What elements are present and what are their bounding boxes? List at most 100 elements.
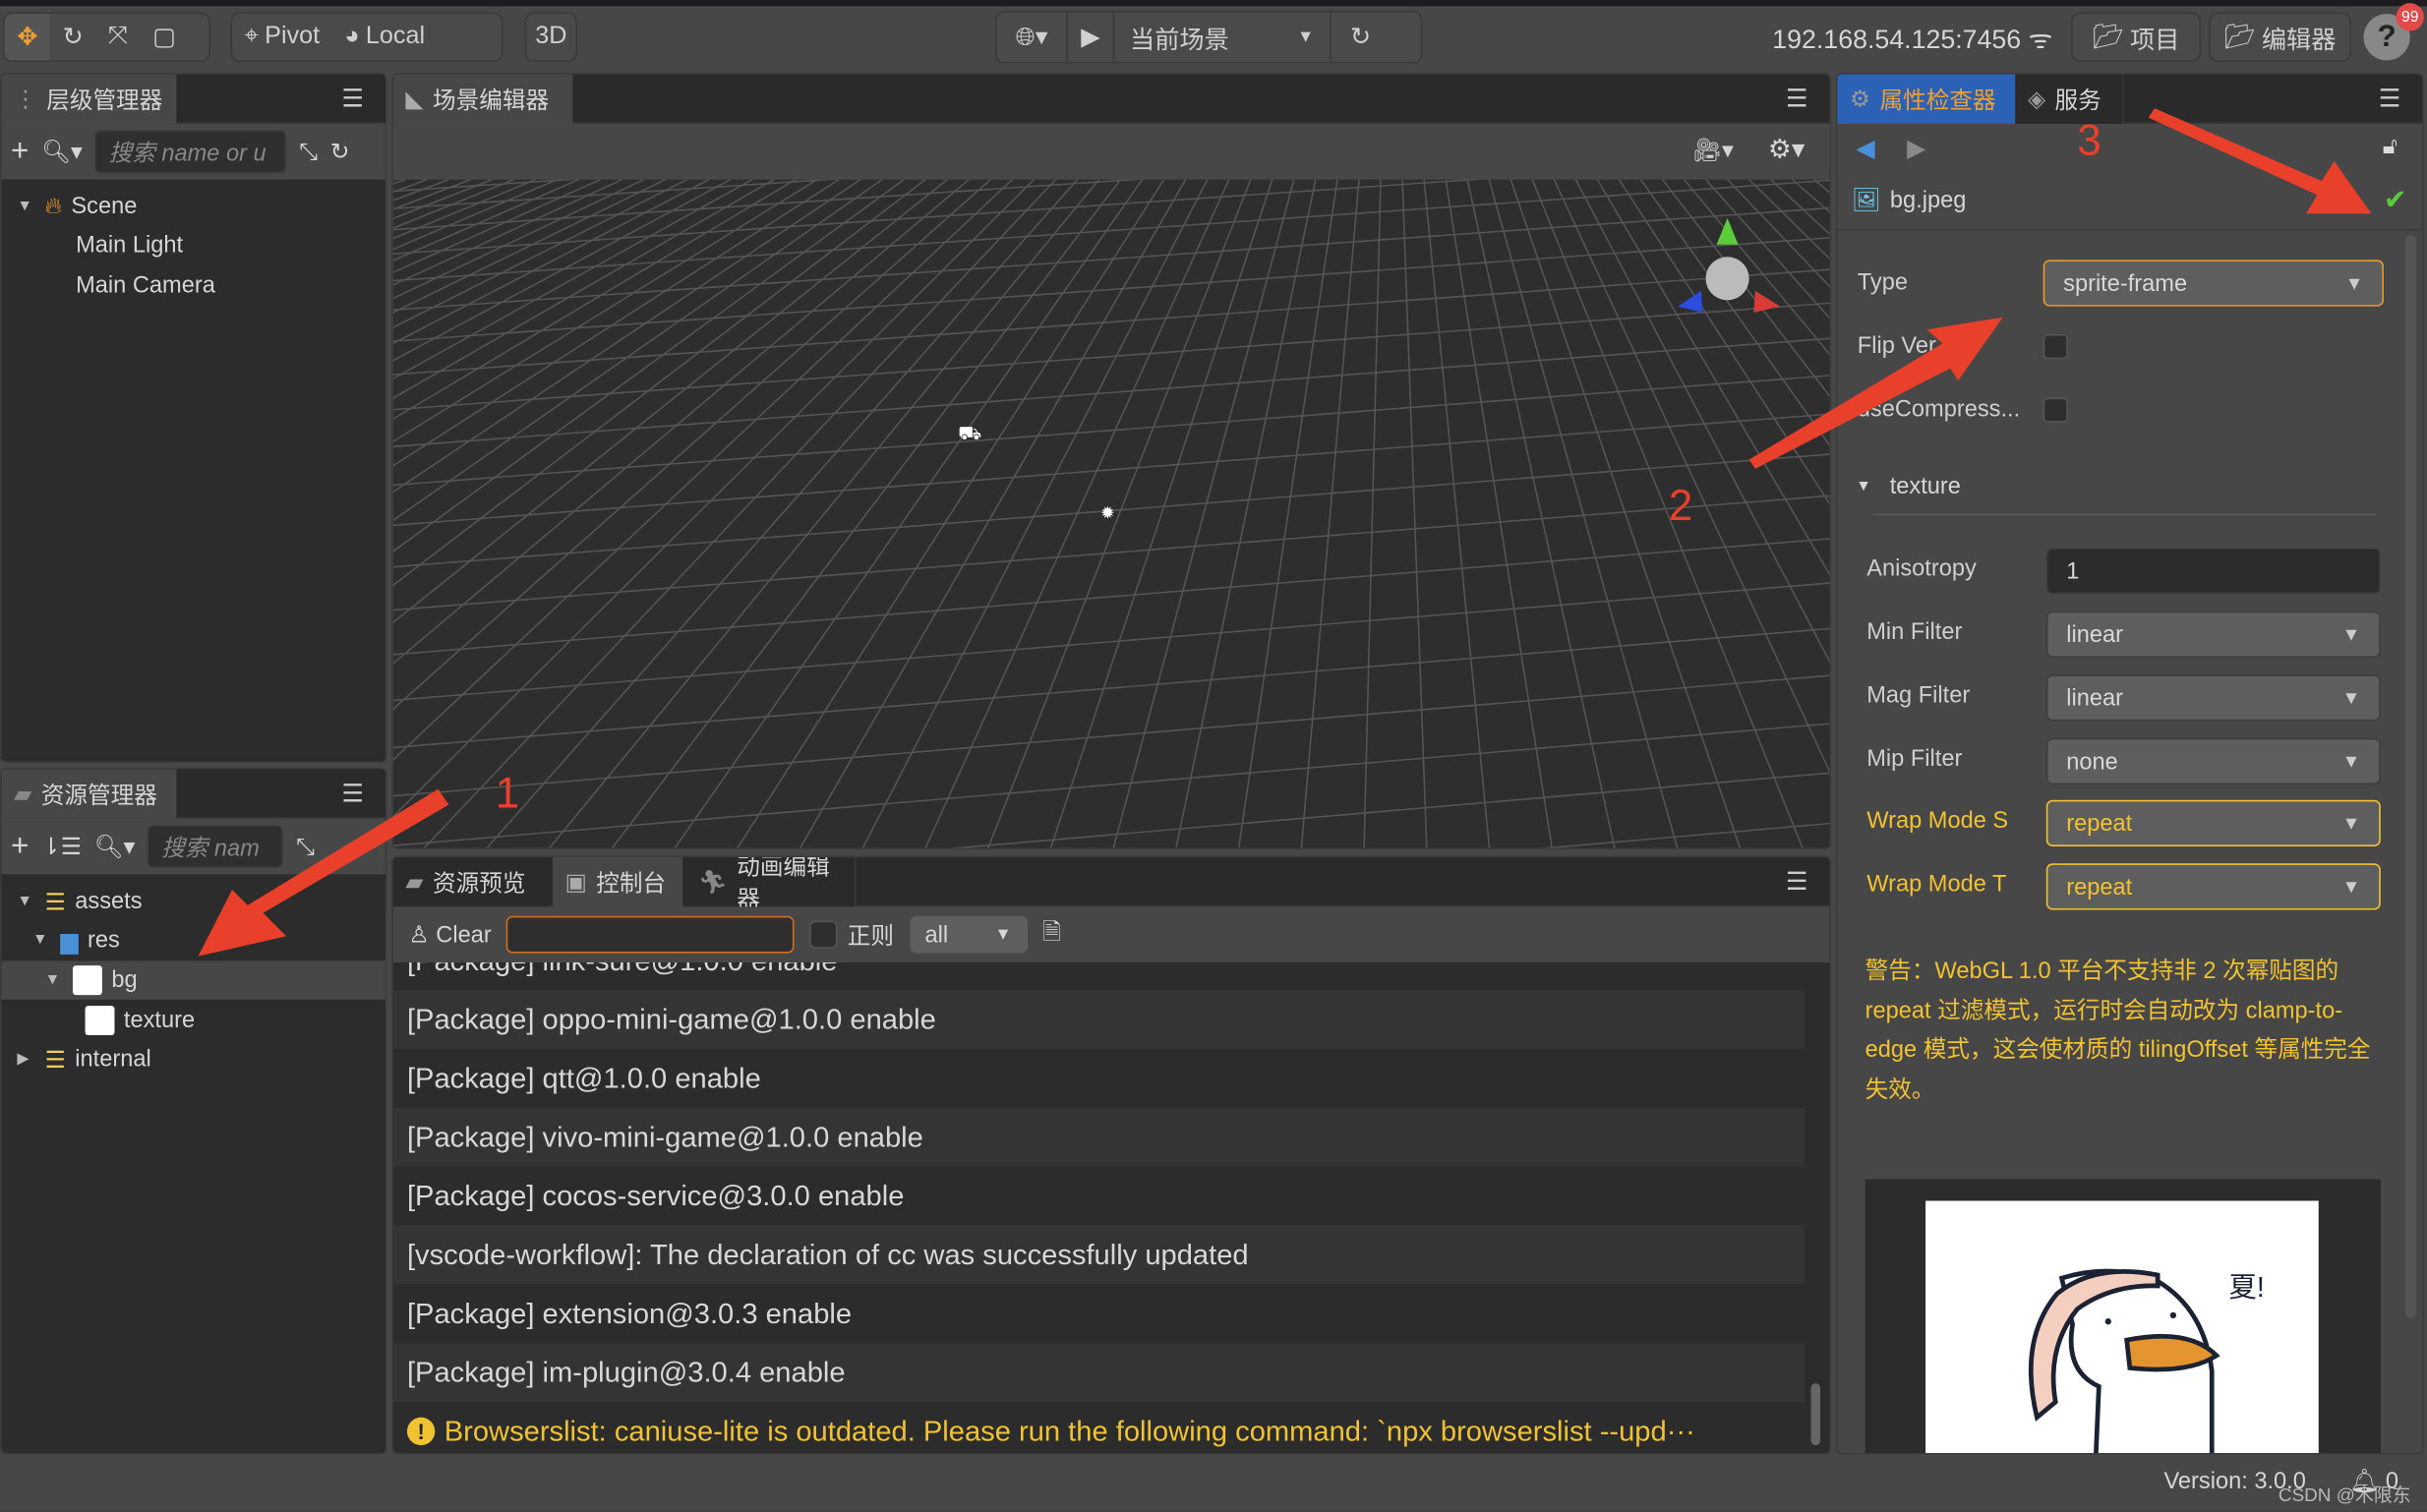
add-icon[interactable]: + <box>11 134 29 169</box>
gear-icon: ⚙ <box>1849 87 1871 113</box>
light-gizmo-icon[interactable]: ✹ <box>1100 502 1114 522</box>
platform-globe-icon[interactable]: 🌐︎▾ <box>997 12 1069 62</box>
tab-hierarchy[interactable]: ⋮ 层级管理器 <box>1 74 177 124</box>
assets-title: 资源管理器 <box>40 782 157 809</box>
expand-triangle-icon[interactable]: ▼ <box>45 971 64 988</box>
tab-animation-editor[interactable]: 🏃︎ 动画编辑器 <box>685 856 857 913</box>
apply-checkmark-icon[interactable]: ✔ <box>2384 184 2407 216</box>
folder-icon: 📂︎ <box>2223 25 2256 51</box>
wrap-mode-t-select[interactable]: repeat ▼ <box>2045 863 2381 910</box>
log-file-icon[interactable]: 🗎 <box>1042 915 1061 954</box>
hierarchy-search-input[interactable]: 搜索 name or u <box>94 130 287 174</box>
tree-item-main-camera[interactable]: Main Camera <box>2 266 385 305</box>
terminal-icon: ▣ <box>564 869 587 897</box>
folder-icon: ▰ <box>14 781 32 808</box>
use-compress-checkbox[interactable] <box>2042 397 2068 423</box>
tree-item-internal[interactable]: ▶ ☰ internal <box>2 1040 385 1078</box>
tab-label: 控制台 <box>596 870 667 898</box>
editor-button[interactable]: 📂︎ 编辑器 <box>2209 12 2351 62</box>
refresh-icon[interactable]: ↻ <box>330 138 350 166</box>
tab-console[interactable]: ▣ 控制台 <box>552 856 683 907</box>
type-select[interactable]: sprite-frame ▼ <box>2042 260 2384 307</box>
sort-icon[interactable]: ⇂☰ <box>41 833 82 860</box>
scene-viewport[interactable]: ⛟✹ <box>392 179 1831 850</box>
expand-triangle-icon[interactable]: ▼ <box>17 893 35 909</box>
menu-icon[interactable]: ☰ <box>1786 866 1808 897</box>
tree-item-label: Main Light <box>76 232 184 259</box>
mip-filter-label: Mip Filter <box>1866 745 1963 773</box>
mode-3d-button[interactable]: 3D <box>524 12 578 62</box>
tree-item-texture[interactable]: texture <box>2 1001 385 1039</box>
project-button[interactable]: 📂︎ 项目 <box>2071 12 2202 62</box>
tab-inspector[interactable]: ⚙ 属性检查器 <box>1837 74 2016 124</box>
tree-item-scene[interactable]: ▼ 🔥︎ Scene <box>2 187 385 225</box>
scene-flame-icon: 🔥︎ <box>44 193 62 220</box>
tree-item-bg[interactable]: ▼ bg <box>1 960 385 1000</box>
search-icon[interactable]: 🔍︎▾ <box>41 138 83 166</box>
menu-icon[interactable]: ☰ <box>341 84 364 114</box>
camera-gizmo-icon[interactable]: ⛟ <box>958 424 981 444</box>
mag-filter-value: linear <box>2066 684 2124 712</box>
divider <box>1837 228 2423 231</box>
flip-vertical-checkbox[interactable] <box>2042 333 2068 360</box>
console-log-row: [Package] oppo-mini-game@1.0.0 enable <box>392 990 1805 1050</box>
console-filter-input[interactable] <box>506 915 796 954</box>
back-arrow-icon[interactable]: ◀ <box>1856 133 1874 163</box>
collapse-icon[interactable]: ⤡ <box>296 834 315 860</box>
expand-triangle-icon[interactable]: ▼ <box>17 198 35 214</box>
console-log-row: [Package] extension@3.0.3 enable <box>392 1284 1805 1344</box>
move-tool-icon[interactable]: ✥ <box>4 14 51 61</box>
regex-checkbox[interactable] <box>809 920 839 949</box>
scale-tool-icon[interactable]: ⤧ <box>95 14 140 60</box>
pivot-button[interactable]: ⌖ Pivot <box>232 14 332 60</box>
chevron-down-icon: ▼ <box>1297 28 1315 47</box>
scene-select[interactable]: 当前场景 ▼ <box>1114 12 1332 62</box>
collapse-triangle-icon[interactable]: ▶ <box>17 1051 35 1068</box>
tab-assets[interactable]: ▰ 资源管理器 <box>1 769 177 819</box>
mag-filter-select[interactable]: linear ▼ <box>2045 674 2381 722</box>
expand-triangle-icon[interactable]: ▼ <box>32 932 51 949</box>
server-address[interactable]: 192.168.54.125:7456 ᯤ <box>1772 20 2052 55</box>
hierarchy-icon: ⋮ <box>14 87 37 113</box>
wrap-mode-s-select[interactable]: repeat ▼ <box>2045 799 2381 846</box>
assets-search-input[interactable]: 搜索 nam <box>147 824 284 869</box>
editor-label: 编辑器 <box>2261 28 2337 55</box>
console-scrollbar[interactable] <box>1810 1383 1821 1446</box>
chevron-down-icon: ▼ <box>2344 272 2364 295</box>
notification-badge: 99 <box>2396 3 2424 31</box>
inspector-scrollbar[interactable] <box>2404 235 2417 1319</box>
collapse-icon[interactable]: ⤡ <box>299 139 318 165</box>
mip-filter-select[interactable]: none ▼ <box>2045 737 2381 785</box>
tree-item-assets[interactable]: ▼ ☰ assets <box>2 882 385 920</box>
camera-options-icon[interactable]: 🎥︎▾ <box>1692 137 1734 164</box>
tab-scene-editor[interactable]: ◣ 场景编辑器 <box>392 74 573 124</box>
anisotropy-input[interactable]: 1 <box>2045 548 2381 595</box>
scene-settings-gear-icon[interactable]: ⚙▾ <box>1768 135 1805 165</box>
min-filter-label: Min Filter <box>1866 618 1963 646</box>
unlock-icon[interactable]: 🔓︎ <box>2383 133 2397 159</box>
tab-asset-preview[interactable]: ▰ 资源预览 <box>392 856 549 907</box>
search-icon[interactable]: 🔍︎▾ <box>94 833 136 860</box>
menu-icon[interactable]: ☰ <box>1786 84 1808 114</box>
min-filter-select[interactable]: linear ▼ <box>2045 611 2381 658</box>
forward-arrow-icon[interactable]: ▶ <box>1907 133 1925 163</box>
tree-item-res[interactable]: ▼ ▆ res <box>2 921 385 960</box>
image-thumbnail-icon <box>72 965 102 996</box>
tab-services[interactable]: ◈ 服务 <box>2015 74 2124 124</box>
local-button[interactable]: ◕ Local <box>332 14 438 60</box>
refresh-icon[interactable]: ↻ <box>1332 13 1391 62</box>
menu-icon[interactable]: ☰ <box>2379 84 2401 114</box>
tree-item-main-light[interactable]: Main Light <box>2 226 385 264</box>
log-level-select[interactable]: all ▼ <box>909 915 1028 954</box>
status-bar: Version: 3.0.0 🔔︎ 0 CSDN @木限东 <box>0 1454 2427 1512</box>
play-icon[interactable]: ▶ <box>1068 12 1115 62</box>
clear-button[interactable]: ♙ Clear <box>409 921 492 949</box>
texture-section-header[interactable]: ▼ texture <box>1856 474 1961 500</box>
rect-tool-icon[interactable]: ▢ <box>141 14 189 60</box>
menu-icon[interactable]: ☰ <box>341 779 364 809</box>
add-icon[interactable]: + <box>11 829 29 864</box>
chevron-down-icon: ▼ <box>2341 812 2361 835</box>
rotate-tool-icon[interactable]: ↻ <box>50 14 95 60</box>
ip-label: 192.168.54.125:7456 <box>1772 25 2022 55</box>
texture-thumbnail-icon <box>85 1006 115 1036</box>
